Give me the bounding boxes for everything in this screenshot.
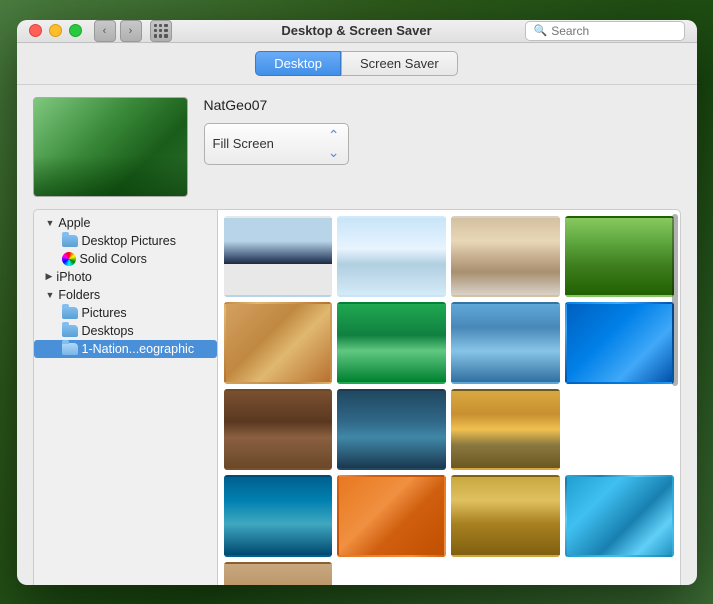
tab-screensaver[interactable]: Screen Saver [341,51,458,76]
content-area: NatGeo07 Fill Screen ⌃⌄ ▼ Apple Desktop … [17,85,697,585]
sidebar-item-natgeo[interactable]: 1-Nation...eographic [34,340,217,358]
image-grid [224,216,674,585]
list-item[interactable] [337,475,446,557]
sidebar-label-solid-colors: Solid Colors [80,252,147,266]
folder-icon-natgeo [62,343,78,355]
sidebar-label-pictures: Pictures [82,306,127,320]
list-item[interactable] [451,216,560,298]
search-input[interactable] [551,24,675,38]
sidebar-label-apple: Apple [58,216,90,230]
scrollbar-track[interactable] [670,214,678,585]
sidebar: ▼ Apple Desktop Pictures Solid Colors ▶ … [33,209,218,585]
sidebar-label-folders: Folders [58,288,100,302]
list-item[interactable] [565,302,674,384]
tab-desktop[interactable]: Desktop [255,51,341,76]
sidebar-item-pictures[interactable]: Pictures [34,304,217,322]
list-item[interactable] [224,302,333,384]
sidebar-label-desktops: Desktops [82,324,134,338]
list-item[interactable] [224,562,333,585]
list-item[interactable] [565,475,674,557]
image-grid-container[interactable] [218,209,681,585]
lower-panel: ▼ Apple Desktop Pictures Solid Colors ▶ … [33,209,681,585]
fill-select[interactable]: Fill Screen ⌃⌄ [204,123,349,165]
fill-option-label: Fill Screen [213,136,274,151]
list-item[interactable] [565,389,674,471]
nav-buttons: ‹ › [94,20,142,42]
maximize-button[interactable] [69,24,82,37]
grid-button[interactable] [150,20,172,42]
triangle-iphoto: ▶ [46,271,53,282]
list-item[interactable] [451,302,560,384]
forward-button[interactable]: › [120,20,142,42]
sidebar-item-folders[interactable]: ▼ Folders [34,286,217,304]
sidebar-item-apple[interactable]: ▼ Apple [34,214,217,232]
triangle-apple: ▼ [46,218,55,228]
fill-select-arrow: ⌃⌄ [328,127,340,161]
sidebar-item-desktop-pictures[interactable]: Desktop Pictures [34,232,217,250]
preview-thumbnail [33,97,188,197]
search-box[interactable]: 🔍 [525,21,685,41]
window-title: Desktop & Screen Saver [281,23,431,38]
folder-icon-desktop-pictures [62,235,78,247]
triangle-folders: ▼ [46,290,55,300]
list-item[interactable] [565,216,674,298]
preview-info: NatGeo07 Fill Screen ⌃⌄ [204,97,349,165]
color-wheel-icon [62,252,76,266]
main-window: ‹ › Desktop & Screen Saver 🔍 Desktop Scr… [17,20,697,585]
back-button[interactable]: ‹ [94,20,116,42]
sidebar-item-desktops[interactable]: Desktops [34,322,217,340]
preview-name: NatGeo07 [204,97,349,113]
list-item[interactable] [451,475,560,557]
sidebar-item-solid-colors[interactable]: Solid Colors [34,250,217,268]
folder-icon-pictures [62,307,78,319]
list-item[interactable] [224,216,333,298]
list-item[interactable] [337,389,446,471]
folder-icon-desktops [62,325,78,337]
sidebar-label-iphoto: iPhoto [56,270,91,284]
minimize-button[interactable] [49,24,62,37]
traffic-lights [29,24,82,37]
close-button[interactable] [29,24,42,37]
sidebar-item-iphoto[interactable]: ▶ iPhoto [34,268,217,286]
sidebar-label-desktop-pictures: Desktop Pictures [82,234,176,248]
titlebar: ‹ › Desktop & Screen Saver 🔍 [17,20,697,43]
list-item[interactable] [224,475,333,557]
sidebar-label-natgeo: 1-Nation...eographic [82,342,195,356]
tabs-bar: Desktop Screen Saver [17,43,697,85]
list-item[interactable] [451,389,560,471]
list-item[interactable] [337,302,446,384]
preview-row: NatGeo07 Fill Screen ⌃⌄ [33,97,681,197]
scrollbar-thumb[interactable] [672,214,678,387]
search-icon: 🔍 [534,24,548,37]
list-item[interactable] [337,216,446,298]
list-item[interactable] [224,389,333,471]
